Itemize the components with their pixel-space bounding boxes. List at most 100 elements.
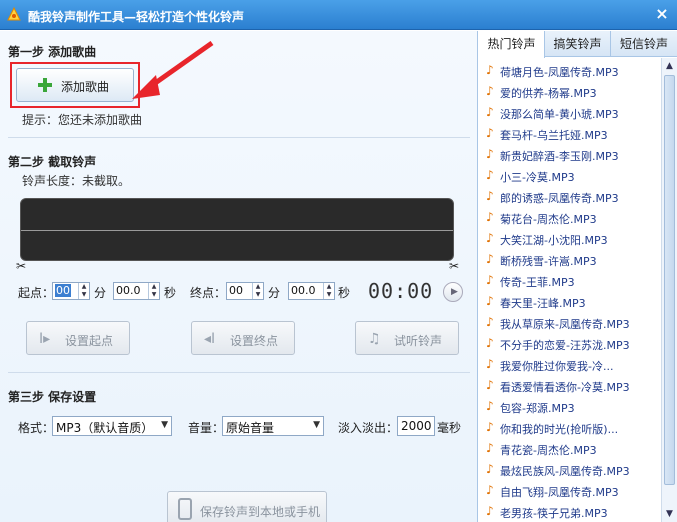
list-item[interactable]: ♪ 我爱你胜过你爱我-冷...: [479, 355, 661, 376]
list-item[interactable]: ♪ 没那么简单-黄小琥.MP3: [479, 103, 661, 124]
list-item[interactable]: ♪ 小三-冷莫.MP3: [479, 166, 661, 187]
set-start-button[interactable]: I▸ 设置起点: [26, 321, 130, 355]
tab-sms[interactable]: 短信铃声: [611, 31, 677, 57]
song-title: 青花瓷-周杰伦.MP3: [500, 444, 597, 457]
song-title: 你和我的时光(抢听版)...: [500, 423, 619, 436]
ringtone-library-panel: 热门铃声 搞笑铃声 短信铃声 ♪ 荷塘月色-凤凰传奇.MP3 ♪ 爱的供养-杨幂.MP…: [479, 31, 677, 522]
play-icon: ▶: [451, 287, 458, 297]
set-end-icon: ◂I: [204, 331, 216, 347]
start-minute-stepper[interactable]: 00 ▲ ▼: [52, 282, 90, 300]
music-note-icon: ♪: [486, 399, 494, 413]
scroll-down-icon[interactable]: ▼: [662, 506, 677, 522]
ringtone-length: 铃声长度：未截取。: [22, 174, 131, 188]
fade-input[interactable]: 2000: [397, 416, 435, 436]
list-item[interactable]: ♪ 郎的诱惑-凤凰传奇.MP3: [479, 187, 661, 208]
music-note-icon: ♪: [486, 63, 494, 77]
spinner-arrows[interactable]: ▲ ▼: [148, 283, 159, 299]
fade-label: 淡入淡出：: [338, 421, 399, 435]
music-note-icon: ♪: [486, 357, 494, 371]
list-item[interactable]: ♪ 你和我的时光(抢听版)...: [479, 418, 661, 439]
waveform-area[interactable]: [20, 198, 454, 261]
format-label: 格式：: [18, 421, 55, 435]
volume-value: 原始音量: [226, 421, 275, 435]
music-note-icon: ♪: [486, 84, 494, 98]
list-item[interactable]: ♪ 最炫民族风-凤凰传奇.MP3: [479, 460, 661, 481]
chevron-down-icon: ▼: [313, 420, 320, 430]
music-note-icon: ♪: [486, 105, 494, 119]
list-item[interactable]: ♪ 爱的供养-杨幂.MP3: [479, 82, 661, 103]
music-note-icon: ♪: [486, 147, 494, 161]
play-button[interactable]: ▶: [443, 282, 463, 302]
start-scissor-icon[interactable]: ✂: [16, 259, 26, 273]
list-item[interactable]: ♪ 断桥残雪-许嵩.MP3: [479, 250, 661, 271]
set-end-button[interactable]: ◂I 设置终点: [191, 321, 295, 355]
music-note-icon: ♪: [486, 273, 494, 287]
list-item[interactable]: ♪ 看透爱情看透你-冷莫.MP3: [479, 376, 661, 397]
add-song-button[interactable]: 添加歌曲: [16, 68, 134, 102]
list-item[interactable]: ♪ 新贵妃醉酒-李玉刚.MP3: [479, 145, 661, 166]
song-title: 看透爱情看透你-冷莫.MP3: [500, 381, 630, 394]
list-item[interactable]: ♪ 菊花台-周杰伦.MP3: [479, 208, 661, 229]
song-title: 最炫民族风-凤凰传奇.MP3: [500, 465, 630, 478]
music-note-icon: ♪: [486, 231, 494, 245]
song-title: 传奇-王菲.MP3: [500, 276, 575, 289]
preview-label: 试听铃声: [394, 334, 443, 348]
step3-title: 第三步 保存设置: [8, 390, 97, 404]
list-item[interactable]: ♪ 自由飞翔-凤凰传奇.MP3: [479, 481, 661, 502]
song-title: 爱的供养-杨幂.MP3: [500, 87, 597, 100]
list-item[interactable]: ♪ 青花瓷-周杰伦.MP3: [479, 439, 661, 460]
scroll-thumb[interactable]: [664, 75, 675, 485]
list-item[interactable]: ♪ 套马杆-乌兰托娅.MP3: [479, 124, 661, 145]
music-note-icon: ♪: [486, 168, 494, 182]
list-item[interactable]: ♪ 荷塘月色-凤凰传奇.MP3: [479, 61, 661, 82]
list-item[interactable]: ♪ 传奇-王菲.MP3: [479, 271, 661, 292]
song-title: 荷塘月色-凤凰传奇.MP3: [500, 66, 619, 79]
start-second-stepper[interactable]: 00.0 ▲ ▼: [113, 282, 160, 300]
list-item[interactable]: ♪ 包容-郑源.MP3: [479, 397, 661, 418]
headphones-icon: ♫: [368, 331, 381, 347]
end-second-value: 00.0: [291, 284, 316, 297]
end-scissor-icon[interactable]: ✂: [449, 259, 459, 273]
tab-popular[interactable]: 热门铃声: [479, 31, 545, 58]
music-note-icon: ♪: [486, 294, 494, 308]
song-title: 老男孩-筷子兄弟.MP3: [500, 507, 608, 520]
set-start-icon: I▸: [39, 331, 51, 347]
plus-icon: [38, 78, 52, 92]
arrow-annotation-icon: [132, 41, 214, 99]
scroll-up-icon[interactable]: ▲: [662, 58, 677, 74]
phone-icon: [178, 498, 192, 520]
scrollbar[interactable]: ▲ ▼: [661, 58, 677, 522]
spinner-arrows[interactable]: ▲ ▼: [78, 283, 89, 299]
music-note-icon: ♪: [486, 210, 494, 224]
end-minute-stepper[interactable]: 00 ▲ ▼: [226, 282, 264, 300]
format-select[interactable]: MP3（默认音质） ▼: [52, 416, 172, 436]
volume-select[interactable]: 原始音量 ▼: [222, 416, 324, 436]
music-note-icon: ♪: [486, 441, 494, 455]
save-ringtone-button[interactable]: 保存铃声到本地或手机: [167, 491, 327, 522]
list-item[interactable]: ♪ 不分手的恋爱-汪苏泷.MP3: [479, 334, 661, 355]
second-unit: 秒: [338, 286, 351, 300]
list-item[interactable]: ♪ 春天里-汪峰.MP3: [479, 292, 661, 313]
preview-button[interactable]: ♫ 试听铃声: [355, 321, 459, 355]
tab-funny[interactable]: 搞笑铃声: [545, 31, 611, 57]
song-title: 我从草原来-凤凰传奇.MP3: [500, 318, 630, 331]
set-start-label: 设置起点: [65, 334, 114, 348]
end-second-stepper[interactable]: 00.0 ▲ ▼: [288, 282, 335, 300]
close-button[interactable]: ×: [653, 5, 671, 23]
song-title: 我爱你胜过你爱我-冷...: [500, 360, 614, 373]
spinner-arrows[interactable]: ▲ ▼: [252, 283, 263, 299]
format-value: MP3（默认音质）: [56, 421, 154, 435]
spinner-arrows[interactable]: ▲ ▼: [323, 283, 334, 299]
song-title: 大笑江湖-小沈阳.MP3: [500, 234, 608, 247]
window-title: 酷我铃声制作工具—轻松打造个性化铃声: [28, 10, 245, 24]
music-note-icon: ♪: [486, 483, 494, 497]
editor-panel: 第一步 添加歌曲 添加歌曲 提示：您还未添加歌曲 第二步 截取铃声 铃声长度：未…: [0, 31, 478, 522]
list-item[interactable]: ♪ 大笑江湖-小沈阳.MP3: [479, 229, 661, 250]
music-note-icon: ♪: [486, 504, 494, 518]
chevron-down-icon: ▼: [161, 420, 168, 430]
list-item[interactable]: ♪ 我从草原来-凤凰传奇.MP3: [479, 313, 661, 334]
list-item[interactable]: ♪ 老男孩-筷子兄弟.MP3: [479, 502, 661, 522]
tab-bar: 热门铃声 搞笑铃声 短信铃声: [479, 31, 677, 58]
song-title: 郎的诱惑-凤凰传奇.MP3: [500, 192, 619, 205]
divider: [8, 372, 470, 373]
